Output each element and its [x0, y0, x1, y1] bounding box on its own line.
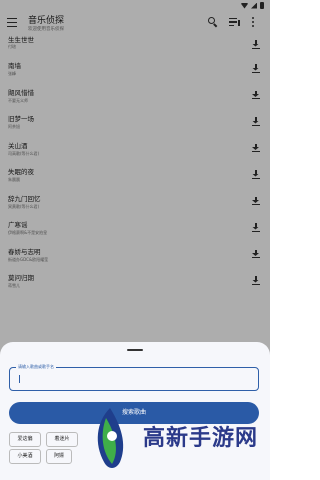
watermark-logo: [97, 408, 124, 468]
history-chip[interactable]: 着迷片: [46, 432, 78, 447]
song-search-field[interactable]: 请输入歌曲或歌手名: [9, 364, 259, 391]
history-chip[interactable]: 小美酒: [9, 449, 41, 464]
drag-handle[interactable]: [127, 349, 143, 351]
screen: 音乐侦探 欢迎使用音乐侦探 生生世世 付瑄 南墙 张峰 飓风惜惜 不要无义师 旧…: [0, 0, 270, 480]
text-caret: [19, 375, 20, 383]
history-chip[interactable]: 阿嫖: [46, 449, 72, 464]
watermark-text: 高新手游网: [143, 426, 259, 451]
history-chip[interactable]: 爱这偏: [9, 432, 41, 447]
search-bottom-sheet: 请输入歌曲或歌手名 搜索歌曲 爱这偏 着迷片 小美酒 阿嫖: [0, 342, 270, 480]
song-search-label: 请输入歌曲或歌手名: [16, 364, 56, 370]
